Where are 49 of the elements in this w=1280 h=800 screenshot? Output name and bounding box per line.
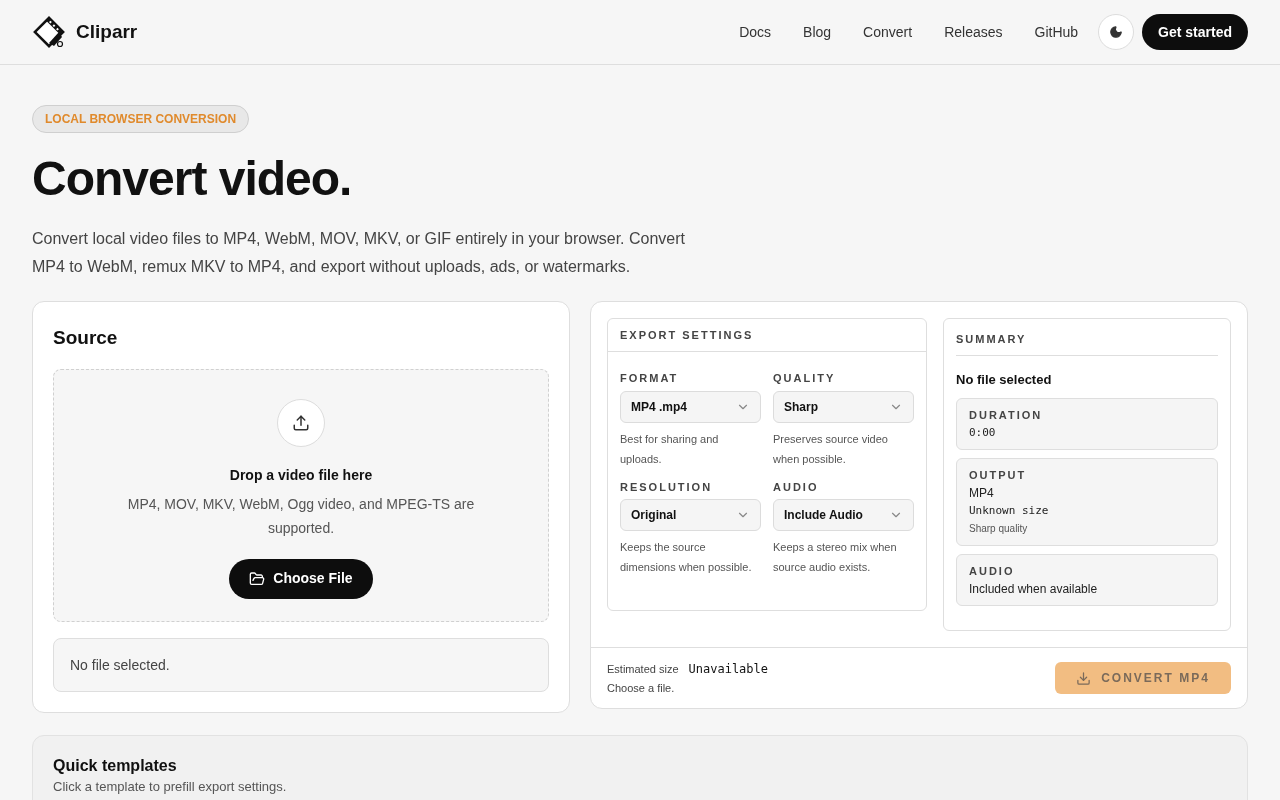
- nav-link[interactable]: Releases: [928, 21, 1019, 43]
- field-hint: Preserves source video when possible.: [773, 431, 889, 467]
- upload-icon: [277, 398, 325, 447]
- panel-title: SUMMARY: [956, 319, 1218, 356]
- summary-value: Sharp quality: [969, 521, 1029, 536]
- drop-hint: MP4, MOV, MKV, WebM, Ogg video, and MPEG-TS are supported.: [126, 494, 476, 538]
- panel-title: EXPORT SETTINGS: [608, 319, 926, 352]
- theme-toggle-button[interactable]: [1098, 14, 1135, 50]
- dropdown-select[interactable]: Include Audio: [773, 499, 914, 531]
- drop-zone[interactable]: Drop a video file here MP4, MOV, MKV, WebM, Ogg video, and MPEG-TS are supported. Choose File: [53, 368, 549, 623]
- field-label: AUDIO: [773, 479, 820, 495]
- summary-label: DURATION: [969, 407, 1044, 423]
- summary-value: Included when available: [969, 580, 1099, 598]
- summary-value: Unknown size: [969, 502, 1050, 519]
- field-label: RESOLUTION: [620, 479, 714, 495]
- choose-file-button[interactable]: Choose File: [229, 558, 373, 599]
- summary-file: No file selected: [956, 371, 1053, 389]
- estimate-label: Estimated size: [607, 661, 679, 677]
- page-title: Convert video.: [32, 151, 353, 207]
- field-hint: Best for sharing and uploads.: [620, 431, 720, 467]
- card-title: Source: [53, 326, 119, 350]
- summary-label: OUTPUT: [969, 467, 1028, 483]
- field-label: FORMAT: [620, 371, 680, 386]
- footer-note: Choose a file.: [607, 680, 676, 696]
- brand-name: Cliparr: [76, 19, 138, 44]
- summary-value: 0:00: [969, 424, 997, 441]
- card-title: Quick templates: [53, 756, 178, 776]
- download-icon: [1076, 670, 1092, 686]
- hero-description: Convert local video files to MP4, WebM, MOV, MKV, or GIF entirely in your browser. Convert MP4 to WebM, remux MKV to MP4, and export without uploads, ads, or watermarks.: [32, 229, 686, 277]
- dropdown-select[interactable]: Sharp: [773, 390, 914, 423]
- nav-link[interactable]: Docs: [723, 21, 788, 43]
- templates-description: Click a template to prefill export settings.: [53, 779, 288, 795]
- dropdown-select[interactable]: Original: [620, 499, 761, 531]
- field-hint: Keeps the source dimensions when possible.: [620, 540, 753, 575]
- nav-link[interactable]: Blog: [787, 21, 848, 43]
- nav-link[interactable]: Convert: [847, 21, 929, 43]
- nav-link[interactable]: GitHub: [1018, 21, 1095, 43]
- file-status: No file selected.: [53, 638, 549, 692]
- summary-label: AUDIO: [969, 563, 1016, 579]
- folder-icon: [249, 570, 266, 587]
- drop-title: Drop a video file here: [229, 465, 373, 485]
- summary-value: MP4: [969, 484, 995, 502]
- moon-icon: [1109, 25, 1124, 39]
- dropdown-select[interactable]: MP4 .mp4: [620, 390, 761, 423]
- field-hint: Keeps a stereo mix when source audio exists.: [773, 540, 898, 575]
- estimate-value: Unavailable: [688, 660, 768, 678]
- field-label: QUALITY: [773, 371, 837, 386]
- get-started-button[interactable]: Get started: [1142, 14, 1248, 50]
- hero-badge: LOCAL BROWSER CONVERSION: [32, 105, 250, 133]
